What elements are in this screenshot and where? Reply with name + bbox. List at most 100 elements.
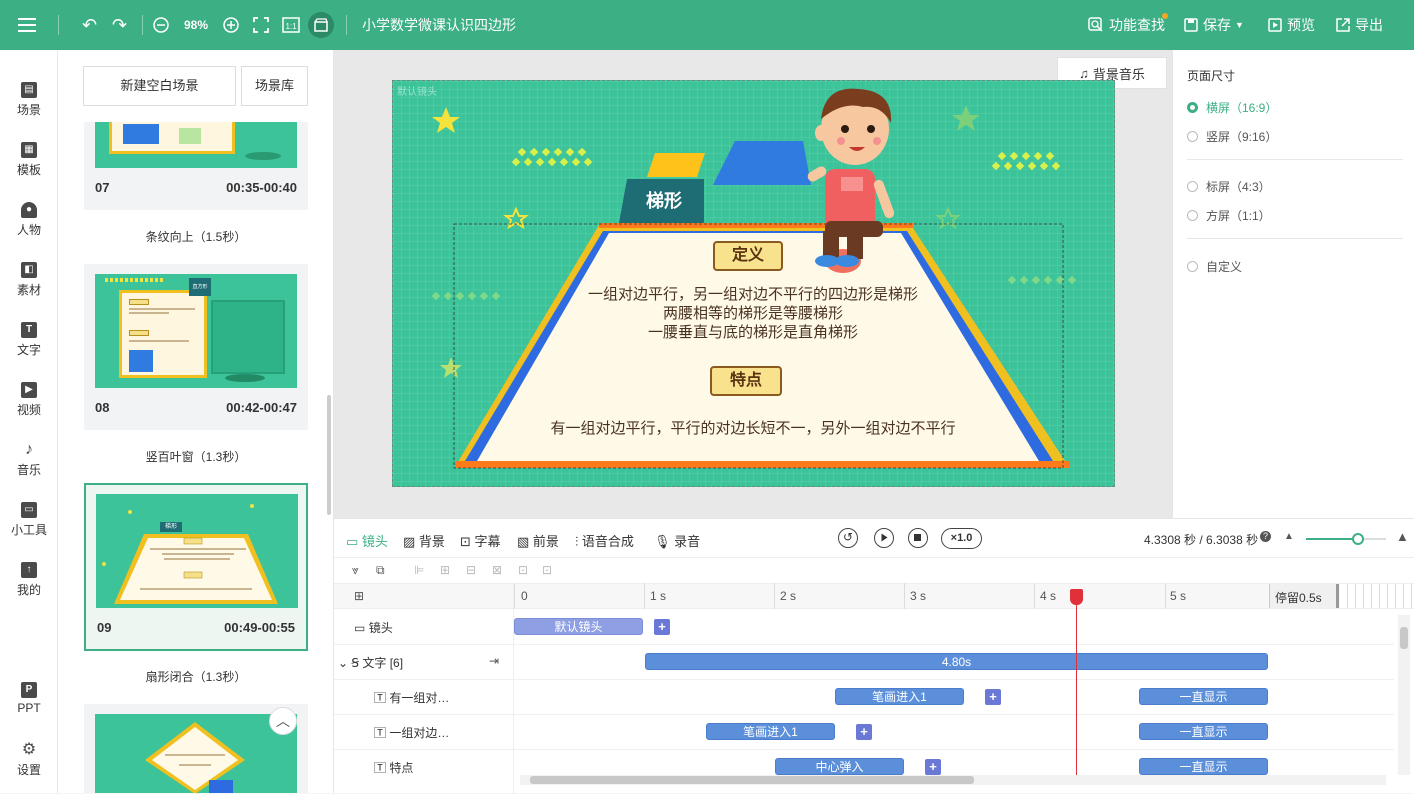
track-text-3[interactable]: 🅃 特点 xyxy=(374,759,413,776)
zoom-in-mountain-icon[interactable]: ▲ xyxy=(1396,529,1409,544)
tab-camera[interactable]: ▭ 镜头 xyxy=(346,531,388,550)
ruler-label: 4 s xyxy=(1040,589,1057,603)
fullscreen-icon[interactable] xyxy=(253,0,269,50)
speed-button[interactable]: ×1.0 xyxy=(941,528,982,549)
undo-icon[interactable]: ↶ xyxy=(82,0,97,50)
nav-scene[interactable]: ▤ 场景 xyxy=(0,82,58,118)
anim-block[interactable]: 笔画进入1 xyxy=(835,688,964,705)
radio-custom[interactable]: 自定义 xyxy=(1187,258,1242,275)
clapper-icon[interactable] xyxy=(308,0,334,50)
radio-standard[interactable]: 标屏（4:3） xyxy=(1187,178,1271,195)
add-anim-button[interactable]: + xyxy=(925,759,941,775)
anim-block[interactable]: 笔画进入1 xyxy=(706,723,835,740)
scene-transition[interactable]: 竖百叶窗（1.3秒） xyxy=(84,448,308,465)
radio-square[interactable]: 方屏（1:1） xyxy=(1187,207,1271,224)
timeline-zoom-slider[interactable] xyxy=(1306,533,1386,545)
scene-transition[interactable]: 条纹向上（1.5秒） xyxy=(84,228,308,245)
scroll-top-button[interactable]: ︿ xyxy=(269,707,297,735)
toolbox-icon: ▭ xyxy=(21,502,37,518)
pause-handle[interactable] xyxy=(1336,584,1339,608)
anim-block[interactable]: 一直显示 xyxy=(1139,688,1268,705)
nav-ppt[interactable]: P PPT xyxy=(0,682,58,715)
nav-toolbox[interactable]: ▭ 小工具 xyxy=(0,502,58,538)
pause-label[interactable]: 停留0.5s xyxy=(1269,584,1337,608)
horizontal-scrollbar[interactable] xyxy=(520,775,1386,785)
nav-label: 场景 xyxy=(16,103,41,117)
nav-music[interactable]: ♪ 音乐 xyxy=(0,442,58,478)
zoom-in-icon[interactable] xyxy=(223,0,239,50)
menu-icon[interactable] xyxy=(18,0,36,50)
tab-tts[interactable]: ⫶ 语音合成 xyxy=(575,531,634,550)
new-blank-scene-button[interactable]: 新建空白场景 xyxy=(83,66,236,106)
text-group-block[interactable]: 4.80s xyxy=(645,653,1268,670)
time-display: 4.3308 秒 / 6.3038 秒 xyxy=(1144,533,1259,547)
divider xyxy=(142,15,143,35)
track-label: 特点 xyxy=(389,761,414,775)
scrollbar-thumb[interactable] xyxy=(530,776,974,784)
find-button[interactable]: 功能查找 xyxy=(1088,0,1165,50)
save-button[interactable]: 保存 ▼ xyxy=(1184,0,1244,50)
vertical-scrollbar[interactable] xyxy=(1398,615,1410,775)
scene-time: 00:42-00:47 xyxy=(226,400,297,415)
actual-size-icon[interactable]: 1:1 xyxy=(282,0,300,50)
scene-card[interactable]: 07 00:35-00:40 xyxy=(84,122,308,210)
tab-record[interactable]: 🎙 录音 xyxy=(654,531,700,550)
play-button[interactable] xyxy=(874,528,894,548)
time-ruler[interactable] xyxy=(334,583,1414,609)
preview-button[interactable]: 预览 xyxy=(1268,0,1315,50)
track-text-1[interactable]: 🅃 有一组对… xyxy=(374,689,449,706)
track-text-group[interactable]: ⌄ Ꞩ 文字 [6] xyxy=(338,654,403,671)
ruler-label: 1 s xyxy=(650,589,667,603)
add-camera-button[interactable]: + xyxy=(654,619,670,635)
zoom-out-mountain-icon[interactable]: ▲ xyxy=(1284,531,1294,542)
nav-settings[interactable]: ⚙ 设置 xyxy=(0,742,58,778)
filter-icon[interactable]: ⩔ xyxy=(352,563,359,578)
help-icon[interactable]: ? xyxy=(1260,531,1271,542)
export-label: 导出 xyxy=(1355,17,1383,33)
add-anim-button[interactable]: + xyxy=(985,689,1001,705)
anim-block[interactable]: 中心弹入 xyxy=(775,758,904,775)
tab-subtitle[interactable]: ⊡ 字幕 xyxy=(460,531,501,550)
camera-block[interactable]: 默认镜头 xyxy=(514,618,643,635)
radio-landscape[interactable]: 横屏（16:9） xyxy=(1187,99,1277,116)
zoom-out-icon[interactable] xyxy=(153,0,169,50)
stop-button[interactable] xyxy=(908,528,928,548)
ruler-tick xyxy=(1165,583,1166,609)
redo-icon[interactable]: ↷ xyxy=(112,0,127,50)
nav-my[interactable]: ↑ 我的 xyxy=(0,562,58,598)
radio-label: 标屏（4:3） xyxy=(1206,180,1271,194)
nav-video[interactable]: ▶ 视频 xyxy=(0,382,58,418)
export-button[interactable]: 导出 xyxy=(1336,0,1383,50)
project-title[interactable]: 小学数学微课认识四边形 xyxy=(362,0,516,50)
scene-library-button[interactable]: 场景库 xyxy=(241,66,308,106)
tab-background[interactable]: ▨ 背景 xyxy=(403,531,445,550)
anim-block[interactable]: 一直显示 xyxy=(1139,723,1268,740)
track-text-2[interactable]: 🅃 一组对边… xyxy=(374,724,449,741)
nav-person[interactable]: ● 人物 xyxy=(0,202,58,238)
align-left-icon: ⊫ xyxy=(414,563,425,577)
nav-material[interactable]: ◧ 素材 xyxy=(0,262,58,298)
slider-handle[interactable] xyxy=(1352,533,1364,545)
collapse-icon[interactable]: ⇥ xyxy=(489,654,499,668)
nav-template[interactable]: ▦ 模板 xyxy=(0,142,58,178)
replay-icon[interactable]: ↺ xyxy=(838,528,858,548)
track-camera[interactable]: ▭ 镜头 xyxy=(354,619,393,636)
radio-portrait[interactable]: 竖屏（9:16） xyxy=(1187,128,1277,145)
scrollbar-thumb[interactable] xyxy=(1400,627,1408,649)
nav-text[interactable]: T 文字 xyxy=(0,322,58,358)
definition-title: 定义 xyxy=(713,241,783,271)
tab-foreground[interactable]: ▧ 前景 xyxy=(517,531,559,550)
scene-transition[interactable]: 扇形闭合（1.3秒） xyxy=(84,668,308,685)
add-anim-button[interactable]: + xyxy=(856,724,872,740)
scene-card[interactable]: 直方形 08 00:42-00:47 xyxy=(84,264,308,430)
scene-card-selected[interactable]: 梯形 09 00:49-00:55 xyxy=(84,483,308,651)
playhead-handle[interactable] xyxy=(1070,589,1083,605)
anim-block[interactable]: 一直显示 xyxy=(1139,758,1268,775)
definition-line: 一组对边平行，另一组对边不平行的四边形是梯形 xyxy=(587,286,918,303)
scenes-scrollbar[interactable] xyxy=(327,395,331,515)
stage-canvas[interactable]: 默认镜头 梯形 定义 一组对边平行，另一组对边不平行的四边形是梯形 两腰相等的梯… xyxy=(392,80,1115,487)
thumb-tag: 直方形 xyxy=(189,278,211,296)
text-box-icon: 🅃 xyxy=(374,726,387,740)
layers-icon[interactable]: ⧉ xyxy=(376,563,385,578)
zoom-level: 98% xyxy=(184,18,209,32)
